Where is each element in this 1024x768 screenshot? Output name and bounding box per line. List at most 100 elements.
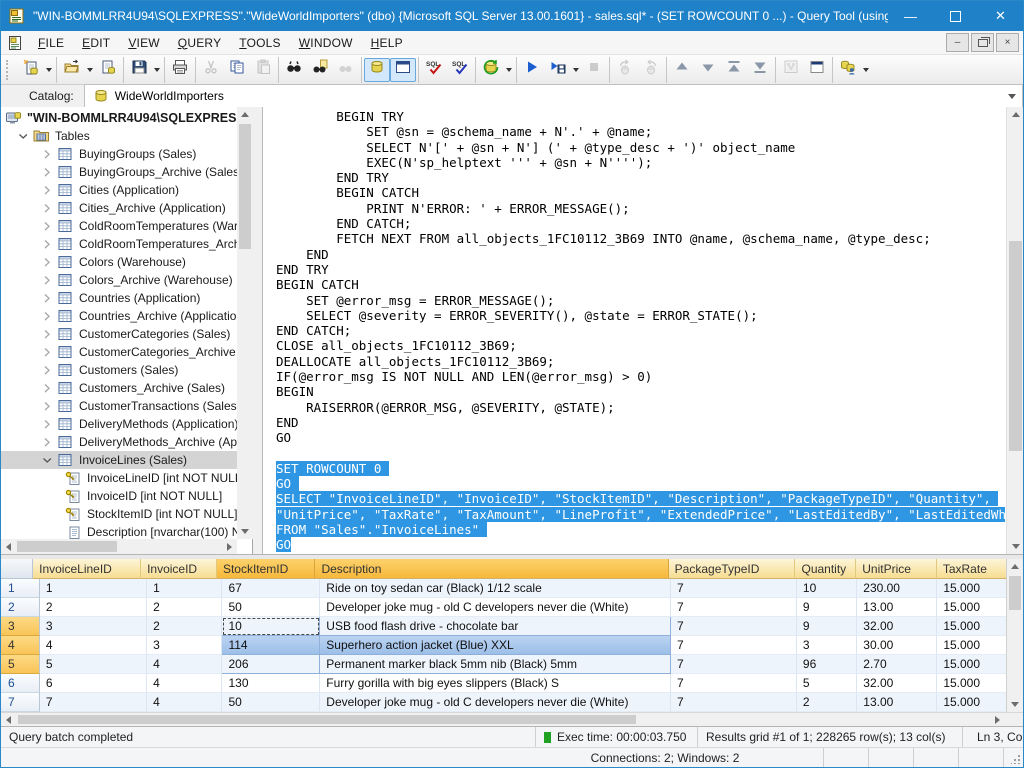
mdi-minimize-button[interactable]: – <box>946 33 969 52</box>
column-header-invoiceid[interactable]: InvoiceID <box>141 559 217 579</box>
scroll-up-icon[interactable] <box>237 107 253 122</box>
cell-packagetypeid[interactable]: 7 <box>671 693 797 712</box>
next-result-button[interactable] <box>695 58 721 82</box>
scroll-up-icon[interactable] <box>1007 559 1023 574</box>
cell-quantity[interactable]: 10 <box>797 579 857 598</box>
cell-invoicelineid[interactable]: 7 <box>40 693 147 712</box>
tree-item-description[interactable]: Description [nvarchar(100) N <box>1 523 237 539</box>
cell-stockitemid[interactable]: 50 <box>222 693 320 712</box>
chevron-right-icon[interactable] <box>37 398 57 414</box>
execute-button[interactable] <box>519 58 545 82</box>
tree-item-deliverymethods_archive[interactable]: DeliveryMethods_Archive (Application) <box>1 433 237 451</box>
cell-description[interactable]: Developer joke mug - old C developers ne… <box>320 598 671 617</box>
row-header[interactable]: 7 <box>1 693 40 712</box>
tree-item-coldroomtemperatures_archive[interactable]: ColdRoomTemperatures_Archive (Warehouse) <box>1 235 237 253</box>
cell-unitprice[interactable]: 32.00 <box>857 617 937 636</box>
prev-result-button[interactable] <box>669 58 695 82</box>
chevron-right-icon[interactable] <box>37 218 57 234</box>
cell-description[interactable]: Developer joke mug - old C developers ne… <box>320 693 671 712</box>
chevron-right-icon[interactable] <box>37 326 57 342</box>
chevron-down-icon[interactable] <box>1008 94 1016 99</box>
row-header[interactable]: 6 <box>1 674 40 693</box>
toolbar-grip[interactable] <box>6 60 13 80</box>
cell-invoicelineid[interactable]: 6 <box>40 674 147 693</box>
cell-description[interactable]: Furry gorilla with big eyes slippers (Bl… <box>320 674 671 693</box>
tree-item-countries_archive[interactable]: Countries_Archive (Application) <box>1 307 237 325</box>
cell-packagetypeid[interactable]: 7 <box>671 579 797 598</box>
execute-edit-dropdown[interactable] <box>571 59 581 81</box>
tree-item-invoicelineid[interactable]: InvoiceLineID [int NOT NULL] <box>1 469 237 487</box>
menu-view[interactable]: VIEW <box>119 33 168 53</box>
grid-corner-cell[interactable] <box>1 559 33 579</box>
cell-unitprice[interactable]: 30.00 <box>857 636 937 655</box>
scroll-left-icon[interactable] <box>1 539 16 554</box>
cell-invoiceid[interactable]: 2 <box>147 598 222 617</box>
open-file-into-editor-button[interactable] <box>95 58 121 82</box>
cell-unitprice[interactable]: 13.00 <box>857 693 937 712</box>
cell-quantity[interactable]: 9 <box>797 617 857 636</box>
cell-invoiceid[interactable]: 2 <box>147 617 222 636</box>
cell-taxrate[interactable]: 15.000 <box>937 655 1008 674</box>
grid-vertical-scrollbar[interactable] <box>1006 559 1023 712</box>
cell-description[interactable]: Ride on toy sedan car (Black) 1/12 scale <box>320 579 671 598</box>
tree-item-invoiceid[interactable]: InvoiceID [int NOT NULL] <box>1 487 237 505</box>
cell-packagetypeid[interactable]: 7 <box>671 674 797 693</box>
tree-item-countries[interactable]: Countries (Application) <box>1 289 237 307</box>
scroll-up-icon[interactable] <box>1007 107 1024 122</box>
tree-item-colors[interactable]: Colors (Warehouse) <box>1 253 237 271</box>
column-header-taxrate[interactable]: TaxRate <box>937 559 1008 579</box>
chevron-right-icon[interactable] <box>37 434 57 450</box>
cell-unitprice[interactable]: 13.00 <box>857 598 937 617</box>
cell-invoicelineid[interactable]: 1 <box>40 579 147 598</box>
copy-button[interactable] <box>224 58 250 82</box>
execute-edit-button[interactable] <box>545 58 571 82</box>
cell-taxrate[interactable]: 15.000 <box>937 693 1008 712</box>
cell-quantity[interactable]: 3 <box>797 636 857 655</box>
cell-packagetypeid[interactable]: 7 <box>671 655 797 674</box>
chevron-right-icon[interactable] <box>37 254 57 270</box>
last-result-button[interactable] <box>747 58 773 82</box>
tree-item-colors_archive[interactable]: Colors_Archive (Warehouse) <box>1 271 237 289</box>
find-next-button[interactable] <box>307 58 333 82</box>
chevron-down-icon[interactable] <box>13 128 33 144</box>
chevron-right-icon[interactable] <box>37 236 57 252</box>
tree-item-stockitemid[interactable]: StockItemID [int NOT NULL] <box>1 505 237 523</box>
cell-unitprice[interactable]: 2.70 <box>857 655 937 674</box>
results-text-mode-button[interactable] <box>390 58 416 82</box>
cell-stockitemid[interactable]: 67 <box>222 579 320 598</box>
grid-vscroll-thumb[interactable] <box>1009 576 1021 610</box>
cell-invoicelineid[interactable]: 4 <box>40 636 147 655</box>
chevron-right-icon[interactable] <box>37 308 57 324</box>
tree-horizontal-scrollbar[interactable] <box>1 539 237 554</box>
column-header-quantity[interactable]: Quantity <box>795 559 856 579</box>
cell-invoiceid[interactable]: 4 <box>147 693 222 712</box>
scroll-left-icon[interactable] <box>1 713 16 726</box>
first-result-button[interactable] <box>721 58 747 82</box>
row-header[interactable]: 1 <box>1 579 40 598</box>
tree-item-coldroomtemperatures[interactable]: ColdRoomTemperatures (Warehouse) <box>1 217 237 235</box>
cell-invoicelineid[interactable]: 5 <box>40 655 147 674</box>
tree-item-buyinggroups[interactable]: BuyingGroups (Sales) <box>1 145 237 163</box>
column-header-packagetypeid[interactable]: PackageTypeID <box>669 559 796 579</box>
scroll-down-icon[interactable] <box>237 524 253 539</box>
cell-unitprice[interactable]: 32.00 <box>857 674 937 693</box>
grid-horizontal-scrollbar[interactable] <box>1 712 1023 726</box>
tree-vscroll-thumb[interactable] <box>239 124 251 249</box>
cell-packagetypeid[interactable]: 7 <box>671 636 797 655</box>
print-button[interactable] <box>167 58 193 82</box>
menu-help[interactable]: HELP <box>362 33 412 53</box>
chevron-right-icon[interactable] <box>37 290 57 306</box>
chevron-right-icon[interactable] <box>37 362 57 378</box>
tree-item-buyinggroups_archive[interactable]: BuyingGroups_Archive (Sales) <box>1 163 237 181</box>
connections-dropdown[interactable] <box>861 59 871 81</box>
menu-window[interactable]: WINDOW <box>290 33 362 53</box>
chevron-right-icon[interactable] <box>37 272 57 288</box>
cell-taxrate[interactable]: 15.000 <box>937 636 1008 655</box>
column-header-description[interactable]: Description <box>315 559 668 579</box>
cell-description[interactable]: Permanent marker black 5mm nib (Black) 5… <box>320 655 671 674</box>
cell-unitprice[interactable]: 230.00 <box>857 579 937 598</box>
cell-packagetypeid[interactable]: 7 <box>671 598 797 617</box>
connections-button[interactable] <box>835 58 861 82</box>
row-header[interactable]: 5 <box>1 655 40 674</box>
chevron-right-icon[interactable] <box>37 200 57 216</box>
